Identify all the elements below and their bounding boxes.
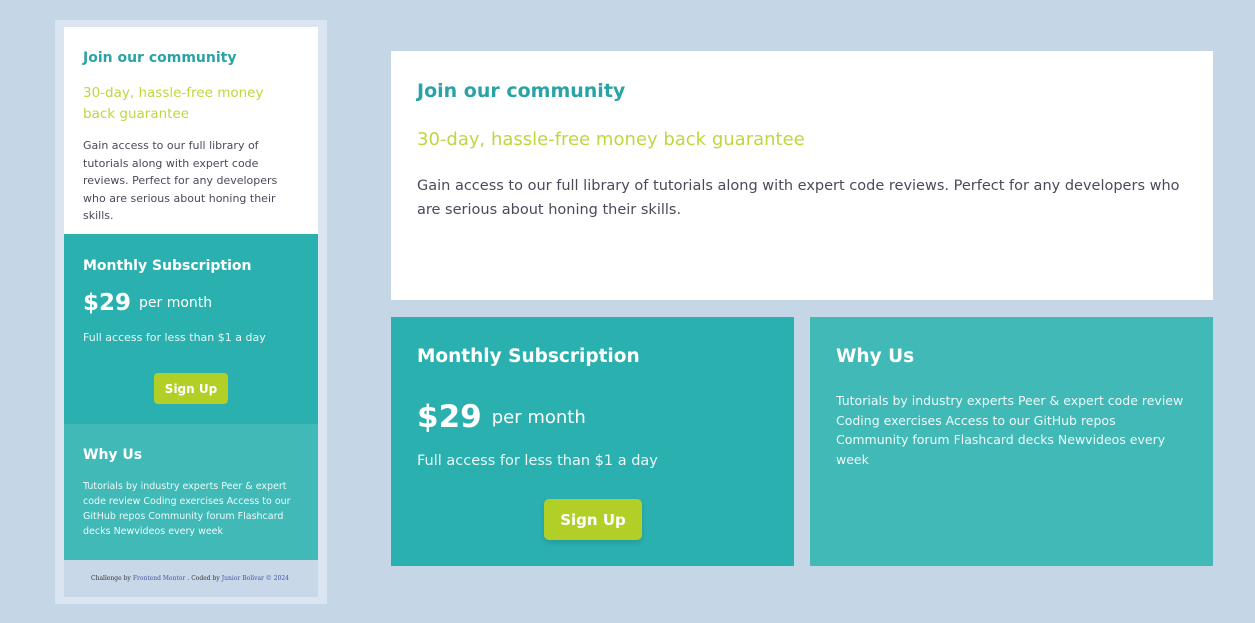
- desktop-guarantee: 30-day, hassle-free money back guarantee: [417, 129, 805, 150]
- mobile-why-us-list: Tutorials by industry experts Peer & exp…: [83, 481, 291, 537]
- mobile-guarantee: 30-day, hassle-free money back guarantee: [83, 85, 264, 122]
- desktop-title: Join our community: [417, 80, 626, 102]
- mobile-price-row: $29 per month: [83, 289, 299, 317]
- desktop-price-row: $29 per month: [417, 399, 768, 435]
- mobile-intro-section: Join our community 30-day, hassle-free m…: [64, 27, 318, 234]
- mobile-card: Join our community 30-day, hassle-free m…: [64, 27, 318, 597]
- mobile-attribution: Challenge by Frontend Mentor . Coded by …: [64, 560, 318, 597]
- desktop-subscription-section: Monthly Subscription $29 per month Full …: [391, 317, 794, 566]
- mobile-why-us-section: Why Us Tutorials by industry experts Pee…: [64, 424, 318, 560]
- desktop-sign-up-button[interactable]: Sign Up: [544, 499, 642, 540]
- desktop-subscription-heading: Monthly Subscription: [417, 346, 640, 367]
- author-link[interactable]: Junior Bolívar © 2024: [222, 575, 289, 582]
- mobile-subscription-heading: Monthly Subscription: [83, 258, 252, 274]
- mobile-subscription-section: Monthly Subscription $29 per month Full …: [64, 234, 318, 424]
- desktop-price-period: per month: [491, 406, 586, 428]
- mobile-title: Join our community: [83, 50, 237, 66]
- mobile-price: $29: [83, 290, 132, 316]
- mobile-description: Gain access to our full library of tutor…: [83, 139, 278, 222]
- desktop-price: $29: [417, 399, 482, 435]
- desktop-price-note: Full access for less than $1 a day: [417, 453, 658, 469]
- mobile-why-us-heading: Why Us: [83, 447, 143, 463]
- frontend-mentor-link[interactable]: Frontend Mentor: [133, 575, 186, 582]
- mobile-sign-up-button[interactable]: Sign Up: [154, 373, 228, 404]
- attribution-prefix: Challenge by: [91, 575, 131, 582]
- desktop-why-us-section: Why Us Tutorials by industry experts Pee…: [810, 317, 1213, 566]
- mobile-preview-frame: Join our community 30-day, hassle-free m…: [55, 20, 327, 604]
- desktop-description: Gain access to our full library of tutor…: [417, 178, 1180, 218]
- attribution-coded-by: . Coded by: [187, 575, 220, 582]
- mobile-price-note: Full access for less than $1 a day: [83, 331, 266, 344]
- desktop-why-us-list: Tutorials by industry experts Peer & exp…: [836, 393, 1184, 467]
- page-stage: Join our community 30-day, hassle-free m…: [0, 0, 1255, 623]
- desktop-why-us-heading: Why Us: [836, 346, 915, 367]
- desktop-intro-section: Join our community 30-day, hassle-free m…: [391, 51, 1213, 300]
- mobile-price-period: per month: [139, 295, 213, 311]
